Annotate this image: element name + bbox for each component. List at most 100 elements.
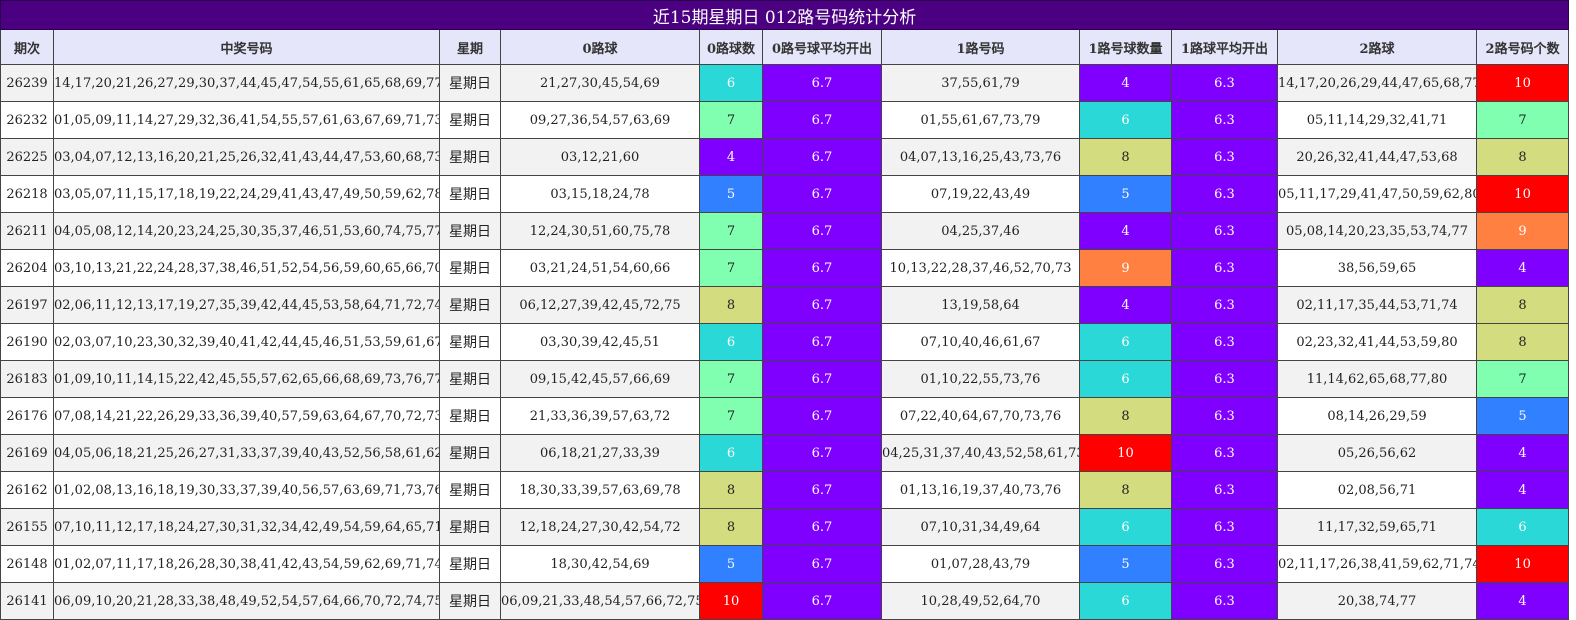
weekday-cell: 星期日	[439, 323, 501, 361]
route0-avg-cell: 6.7	[762, 471, 882, 509]
issue-cell: 26183	[0, 360, 54, 398]
route1-avg-cell: 6.3	[1171, 249, 1278, 287]
route0-count-cell: 7	[699, 249, 763, 287]
route1-avg-cell: 6.3	[1171, 138, 1278, 176]
route0-count-cell: 8	[699, 508, 763, 546]
weekday-cell: 星期日	[439, 582, 501, 620]
issue-cell: 26141	[0, 582, 54, 620]
weekday-cell: 星期日	[439, 249, 501, 287]
route0-avg-cell: 6.7	[762, 212, 882, 250]
route1-count-cell: 6	[1079, 323, 1172, 361]
route0-count-cell: 6	[699, 323, 763, 361]
weekday-cell: 星期日	[439, 175, 501, 213]
route0-numbers-cell: 03,15,18,24,78	[500, 175, 700, 213]
route0-numbers-cell: 03,12,21,60	[500, 138, 700, 176]
weekday-cell: 星期日	[439, 212, 501, 250]
route1-count-cell: 5	[1079, 175, 1172, 213]
winning-numbers-cell: 06,09,10,20,21,28,33,38,48,49,52,54,57,6…	[53, 582, 440, 620]
route1-numbers-cell: 01,07,28,43,79	[881, 545, 1080, 583]
route0-avg-cell: 6.7	[762, 64, 882, 102]
route0-count-cell: 6	[699, 64, 763, 102]
issue-cell: 26197	[0, 286, 54, 324]
route0-avg-cell: 6.7	[762, 508, 882, 546]
route2-count-cell: 4	[1475, 471, 1570, 509]
route0-avg-cell: 6.7	[762, 397, 882, 435]
table-body: 26239 14,17,20,21,26,27,29,30,37,44,45,47…	[0, 64, 1570, 620]
route2-numbers-cell: 14,17,20,26,29,44,47,65,68,77	[1277, 64, 1477, 102]
route0-avg-cell: 6.7	[762, 582, 882, 620]
route0-avg-cell: 6.7	[762, 545, 882, 583]
issue-cell: 26176	[0, 397, 54, 435]
col-header-r1-avg: 1路球平均开出	[1171, 29, 1278, 65]
route1-avg-cell: 6.3	[1171, 434, 1278, 472]
table-row: 26162 01,02,08,13,16,18,19,30,33,37,39,40…	[0, 471, 1570, 509]
route2-count-cell: 7	[1475, 360, 1570, 398]
issue-cell: 26148	[0, 545, 54, 583]
route2-count-cell: 8	[1475, 286, 1570, 324]
winning-numbers-cell: 03,10,13,21,22,24,28,37,38,46,51,52,54,5…	[53, 249, 440, 287]
table-row: 26232 01,05,09,11,14,27,29,32,36,41,54,55…	[0, 101, 1570, 139]
route0-count-cell: 6	[699, 434, 763, 472]
route1-count-cell: 6	[1079, 508, 1172, 546]
route2-numbers-cell: 11,14,62,65,68,77,80	[1277, 360, 1477, 398]
route0-avg-cell: 6.7	[762, 175, 882, 213]
page-title: 近15期星期日 012路号码统计分析	[0, 0, 1570, 30]
issue-cell: 26239	[0, 64, 54, 102]
route2-numbers-cell: 02,23,32,41,44,53,59,80	[1277, 323, 1477, 361]
route0-count-cell: 4	[699, 138, 763, 176]
route2-numbers-cell: 11,17,32,59,65,71	[1277, 508, 1477, 546]
table-row: 26169 04,05,06,18,21,25,26,27,31,33,37,39…	[0, 434, 1570, 472]
stats-table: 近15期星期日 012路号码统计分析 期次 中奖号码 星期 0路球 0路球数 0…	[0, 0, 1570, 620]
issue-cell: 26232	[0, 101, 54, 139]
route1-avg-cell: 6.3	[1171, 508, 1278, 546]
weekday-cell: 星期日	[439, 138, 501, 176]
table-row: 26197 02,06,11,12,13,17,19,27,35,39,42,44…	[0, 286, 1570, 324]
route0-numbers-cell: 06,18,21,27,33,39	[500, 434, 700, 472]
route1-avg-cell: 6.3	[1171, 175, 1278, 213]
route0-numbers-cell: 21,27,30,45,54,69	[500, 64, 700, 102]
route2-count-cell: 5	[1475, 397, 1570, 435]
winning-numbers-cell: 07,08,14,21,22,26,29,33,36,39,40,57,59,6…	[53, 397, 440, 435]
col-header-r0: 0路球	[500, 29, 700, 65]
route2-count-cell: 10	[1475, 64, 1570, 102]
route2-numbers-cell: 05,11,14,29,32,41,71	[1277, 101, 1477, 139]
route1-count-cell: 8	[1079, 138, 1172, 176]
route0-count-cell: 7	[699, 360, 763, 398]
route0-numbers-cell: 12,24,30,51,60,75,78	[500, 212, 700, 250]
winning-numbers-cell: 04,05,06,18,21,25,26,27,31,33,37,39,40,4…	[53, 434, 440, 472]
winning-numbers-cell: 02,06,11,12,13,17,19,27,35,39,42,44,45,5…	[53, 286, 440, 324]
col-header-r1: 1路号码	[881, 29, 1080, 65]
route1-numbers-cell: 04,07,13,16,25,43,73,76	[881, 138, 1080, 176]
route0-avg-cell: 6.7	[762, 323, 882, 361]
issue-cell: 26204	[0, 249, 54, 287]
route0-count-cell: 10	[699, 582, 763, 620]
route1-avg-cell: 6.3	[1171, 64, 1278, 102]
table-row: 26190 02,03,07,10,23,30,32,39,40,41,42,44…	[0, 323, 1570, 361]
col-header-r2: 2路球	[1277, 29, 1477, 65]
route1-count-cell: 9	[1079, 249, 1172, 287]
route2-count-cell: 9	[1475, 212, 1570, 250]
route0-numbers-cell: 18,30,33,39,57,63,69,78	[500, 471, 700, 509]
table-row: 26218 03,05,07,11,15,17,18,19,22,24,29,41…	[0, 175, 1570, 213]
col-header-r0-avg: 0路号球平均开出	[762, 29, 882, 65]
route1-count-cell: 4	[1079, 64, 1172, 102]
winning-numbers-cell: 03,05,07,11,15,17,18,19,22,24,29,41,43,4…	[53, 175, 440, 213]
table-row: 26204 03,10,13,21,22,24,28,37,38,46,51,52…	[0, 249, 1570, 287]
winning-numbers-cell: 02,03,07,10,23,30,32,39,40,41,42,44,45,4…	[53, 323, 440, 361]
route1-avg-cell: 6.3	[1171, 545, 1278, 583]
route2-numbers-cell: 02,11,17,26,38,41,59,62,71,74	[1277, 545, 1477, 583]
route1-avg-cell: 6.3	[1171, 212, 1278, 250]
route0-numbers-cell: 09,15,42,45,57,66,69	[500, 360, 700, 398]
issue-cell: 26155	[0, 508, 54, 546]
weekday-cell: 星期日	[439, 286, 501, 324]
route0-count-cell: 8	[699, 286, 763, 324]
route2-count-cell: 10	[1475, 545, 1570, 583]
winning-numbers-cell: 04,05,08,12,14,20,23,24,25,30,35,37,46,5…	[53, 212, 440, 250]
route2-count-cell: 8	[1475, 138, 1570, 176]
issue-cell: 26190	[0, 323, 54, 361]
route0-numbers-cell: 03,21,24,51,54,60,66	[500, 249, 700, 287]
route2-count-cell: 4	[1475, 249, 1570, 287]
issue-cell: 26162	[0, 471, 54, 509]
table-row: 26155 07,10,11,12,17,18,24,27,30,31,32,34…	[0, 508, 1570, 546]
route1-count-cell: 6	[1079, 582, 1172, 620]
